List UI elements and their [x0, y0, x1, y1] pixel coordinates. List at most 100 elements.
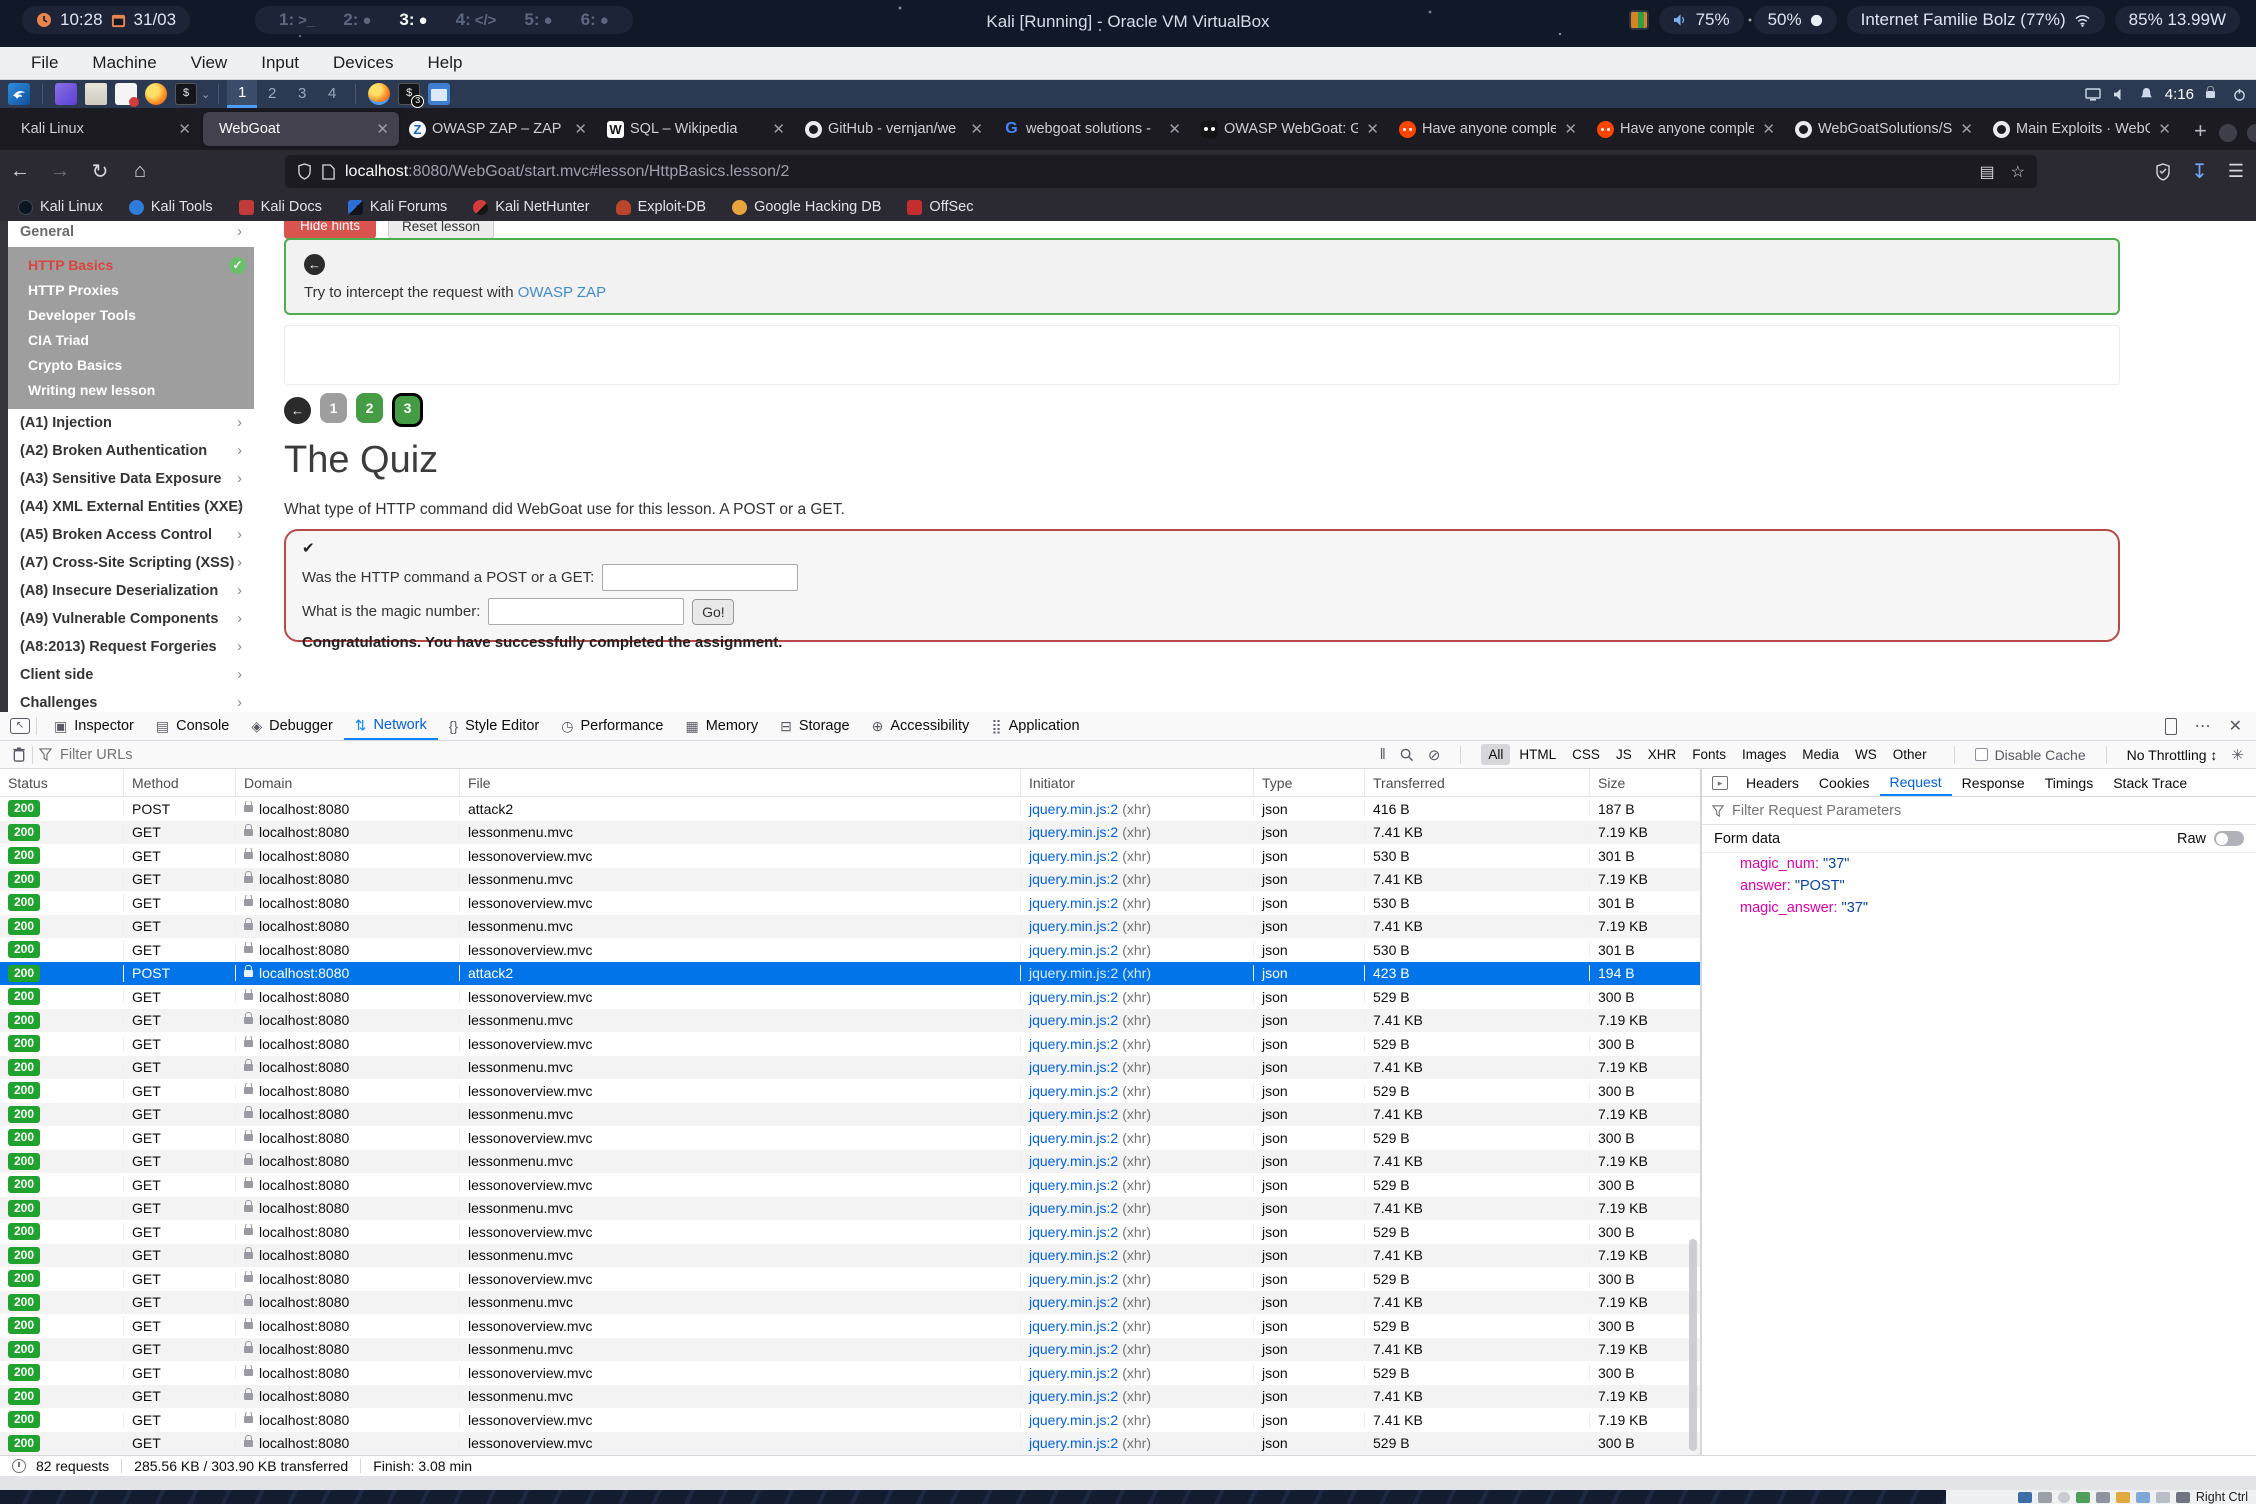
filter-pill-ws[interactable]: WS	[1848, 744, 1884, 765]
devtools-meatball-menu-icon[interactable]: ⋯	[2195, 716, 2211, 736]
terminal-window-button[interactable]: $ 3	[398, 83, 420, 105]
block-requests-icon[interactable]: ⊘	[1428, 746, 1441, 764]
vbox-keyboard-icon[interactable]	[2176, 1492, 2190, 1503]
initiator-link[interactable]: jquery.min.js:2	[1029, 942, 1118, 958]
vbox-menu-view[interactable]: View	[174, 47, 245, 79]
network-table-header[interactable]: StatusMethodDomainFileInitiatorTypeTrans…	[0, 769, 1700, 797]
initiator-link[interactable]: jquery.min.js:2	[1029, 1271, 1118, 1287]
bookmark-item[interactable]: Kali Forums	[348, 199, 447, 215]
filter-pill-all[interactable]: All	[1481, 744, 1510, 765]
disable-cache-checkbox[interactable]: Disable Cache	[1975, 747, 2086, 763]
network-request-row[interactable]: 200GETlocalhost:8080lessonoverview.mvcjq…	[0, 1079, 1700, 1103]
network-request-row[interactable]: 200GETlocalhost:8080lessonoverview.mvcjq…	[0, 1432, 1700, 1456]
app-launcher-icon[interactable]	[55, 83, 77, 105]
initiator-link[interactable]: jquery.min.js:2	[1029, 1012, 1118, 1028]
battery-indicator[interactable]: 85% 13.99W	[2115, 6, 2240, 34]
sidebar-category[interactable]: (A2) Broken Authentication›	[8, 437, 254, 465]
network-request-row[interactable]: 200GETlocalhost:8080lessonmenu.mvcjquery…	[0, 1103, 1700, 1127]
page-button-1[interactable]: 1	[320, 393, 347, 423]
vbox-menu-machine[interactable]: Machine	[75, 47, 173, 79]
sidebar-category[interactable]: Challenges›	[8, 689, 254, 712]
reader-mode-icon[interactable]: ▤	[1980, 162, 1995, 182]
filter-pill-html[interactable]: HTML	[1512, 744, 1563, 765]
network-request-row[interactable]: 200GETlocalhost:8080lessonoverview.mvcjq…	[0, 1361, 1700, 1385]
form-data-param[interactable]: answer: "POST"	[1702, 875, 2256, 897]
network-request-row[interactable]: 200GETlocalhost:8080lessonoverview.mvcjq…	[0, 1126, 1700, 1150]
devtools-tab-application[interactable]: ⣿Application	[980, 712, 1090, 740]
request-panel-tab-headers[interactable]: Headers	[1736, 769, 1809, 796]
tab-close-icon[interactable]: ✕	[1364, 120, 1381, 138]
initiator-link[interactable]: jquery.min.js:2	[1029, 1083, 1118, 1099]
initiator-link[interactable]: jquery.min.js:2	[1029, 1059, 1118, 1075]
network-request-row[interactable]: 200GETlocalhost:8080lessonmenu.mvcjquery…	[0, 1244, 1700, 1268]
filter-pill-other[interactable]: Other	[1886, 744, 1934, 765]
request-panel-tab-cookies[interactable]: Cookies	[1809, 769, 1880, 796]
initiator-link[interactable]: jquery.min.js:2	[1029, 1224, 1118, 1240]
guest-workspace-2[interactable]: 2	[257, 80, 287, 108]
pick-element-icon[interactable]: ↖	[10, 718, 30, 734]
network-table-scrollbar[interactable]	[1689, 1239, 1697, 1451]
sidebar-item-general[interactable]: General›	[8, 221, 254, 247]
initiator-link[interactable]: jquery.min.js:2	[1029, 801, 1118, 817]
column-header-domain[interactable]: Domain	[236, 769, 460, 796]
vbox-display-icon[interactable]	[2018, 1492, 2032, 1503]
column-header-method[interactable]: Method	[124, 769, 236, 796]
sidebar-category[interactable]: Client side›	[8, 661, 254, 689]
filter-pill-js[interactable]: JS	[1609, 744, 1639, 765]
launcher-dropdown-icon[interactable]: ⌄	[201, 88, 210, 101]
vbox-shared-folders-icon[interactable]	[2116, 1492, 2130, 1503]
responsive-design-icon[interactable]	[2165, 718, 2177, 735]
site-info-icon[interactable]	[322, 164, 335, 180]
firefox-launcher-icon[interactable]	[145, 83, 167, 105]
sidebar-category[interactable]: (A9) Vulnerable Components›	[8, 605, 254, 633]
filter-request-parameters-input[interactable]: Filter Request Parameters	[1702, 797, 2256, 825]
bookmark-item[interactable]: Kali Tools	[129, 199, 213, 215]
filter-pill-css[interactable]: CSS	[1565, 744, 1607, 765]
devtools-tab-debugger[interactable]: ◈Debugger	[240, 712, 343, 740]
network-request-row[interactable]: 200GETlocalhost:8080lessonoverview.mvcjq…	[0, 985, 1700, 1009]
filter-urls-input[interactable]: Filter URLs	[60, 747, 133, 763]
initiator-link[interactable]: jquery.min.js:2	[1029, 1106, 1118, 1122]
request-panel-tab-request[interactable]: Request	[1880, 769, 1952, 796]
filter-pill-fonts[interactable]: Fonts	[1685, 744, 1733, 765]
devtools-close-icon[interactable]: ✕	[2229, 716, 2242, 736]
browser-tab[interactable]: Gwebgoat solutions -✕	[995, 112, 1191, 146]
file-manager-icon[interactable]	[85, 83, 107, 105]
network-request-row[interactable]: 200GETlocalhost:8080lessonmenu.mvcjquery…	[0, 1150, 1700, 1174]
sidebar-category[interactable]: (A1) Injection›	[8, 409, 254, 437]
vbox-usb-icon[interactable]	[2096, 1492, 2110, 1503]
new-tab-button[interactable]: +	[2182, 118, 2219, 150]
devtools-tab-network[interactable]: ⇅Network	[344, 712, 438, 740]
network-request-row[interactable]: 200GETlocalhost:8080lessonmenu.mvcjquery…	[0, 1197, 1700, 1221]
sidebar-lesson-item[interactable]: HTTP Proxies	[8, 278, 254, 303]
tab-close-icon[interactable]: ✕	[1958, 120, 1975, 138]
sidebar-lesson-item[interactable]: Developer Tools	[8, 303, 254, 328]
initiator-link[interactable]: jquery.min.js:2	[1029, 918, 1118, 934]
devtools-tab-performance[interactable]: ◷Performance	[550, 712, 674, 740]
browser-tab[interactable]: Main Exploits · WebG✕	[1985, 112, 2181, 146]
url-bar[interactable]: localhost:8080/WebGoat/start.mvc#lesson/…	[285, 155, 2037, 188]
network-request-row[interactable]: 200GETlocalhost:8080lessonoverview.mvcjq…	[0, 1032, 1700, 1056]
go-button[interactable]: Go!	[692, 599, 734, 625]
form-data-section-header[interactable]: Form data Raw	[1702, 825, 2256, 853]
brightness-indicator[interactable]: 50%	[1754, 6, 1837, 34]
initiator-link[interactable]: jquery.min.js:2	[1029, 1388, 1118, 1404]
column-header-initiator[interactable]: Initiator	[1021, 769, 1254, 796]
home-button[interactable]: ⌂	[120, 160, 160, 183]
browser-tab[interactable]: WSQL – Wikipedia✕	[599, 112, 795, 146]
reset-lesson-button[interactable]: Reset lesson	[388, 221, 494, 239]
bookmark-item[interactable]: Kali Linux	[18, 199, 103, 215]
search-icon[interactable]	[1400, 748, 1414, 762]
initiator-link[interactable]: jquery.min.js:2	[1029, 848, 1118, 864]
bookmark-item[interactable]: OffSec	[907, 199, 973, 215]
initiator-link[interactable]: jquery.min.js:2	[1029, 871, 1118, 887]
network-request-row[interactable]: 200GETlocalhost:8080lessonmenu.mvcjquery…	[0, 821, 1700, 845]
browser-tab[interactable]: GitHub - vernjan/we✕	[797, 112, 993, 146]
terminal-launcher-icon[interactable]: $	[175, 83, 197, 105]
network-request-row[interactable]: 200GETlocalhost:8080lessonoverview.mvcjq…	[0, 891, 1700, 915]
filter-pill-images[interactable]: Images	[1735, 744, 1793, 765]
vbox-menu-input[interactable]: Input	[244, 47, 316, 79]
initiator-link[interactable]: jquery.min.js:2	[1029, 1247, 1118, 1263]
back-button[interactable]: ←	[0, 160, 40, 183]
browser-tab[interactable]: OWASP WebGoat: G✕	[1193, 112, 1389, 146]
